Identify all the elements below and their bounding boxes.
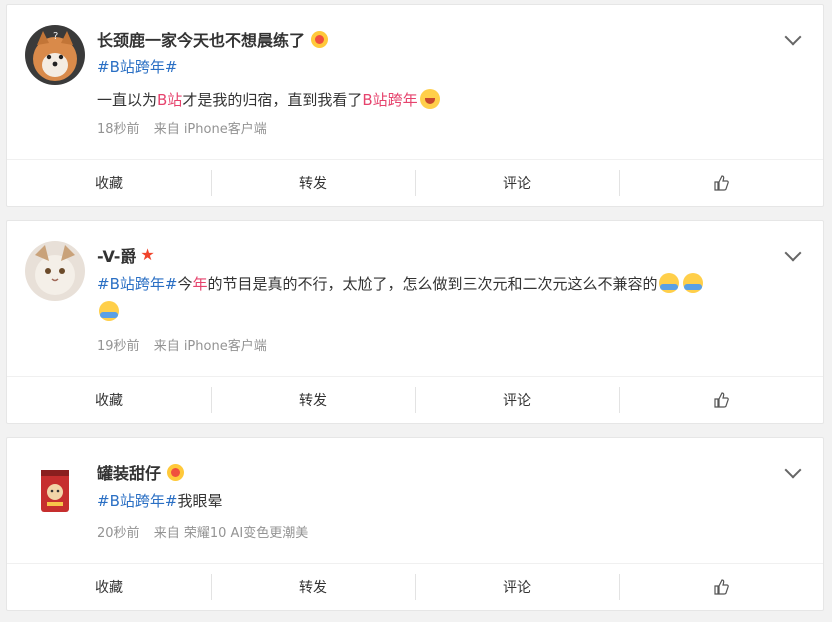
post-card: 罐装甜仔 #B站跨年#我眼晕 20秒前 来自 荣耀10 AI变色更潮美 收藏 转… [6, 437, 824, 611]
highlight-link[interactable]: B站 [157, 91, 182, 109]
chevron-down-icon[interactable] [784, 28, 802, 46]
hug-emoji-icon [659, 273, 680, 293]
post-time[interactable]: 19秒前 [97, 339, 140, 354]
topic-link[interactable]: #B站跨年# [97, 492, 177, 510]
member-crown-icon [167, 463, 185, 481]
post-text: #B站跨年#今年的节目是真的不行，太尬了，怎么做到三次元和二次元这么不兼容的 [97, 270, 763, 326]
post-source: 来自 荣耀10 AI变色更潮美 [153, 526, 309, 541]
hug-emoji-icon [683, 273, 704, 293]
post-card: -V-爵 ★ #B站跨年#今年的节目是真的不行，太尬了，怎么做到三次元和二次元这… [6, 220, 824, 424]
topic-link[interactable]: #B站跨年# [97, 58, 177, 76]
blush-emoji-icon [419, 89, 440, 109]
username[interactable]: 罐装甜仔 [97, 460, 161, 484]
like-button[interactable] [619, 377, 823, 423]
post-time[interactable]: 20秒前 [97, 526, 140, 541]
avatar[interactable] [25, 458, 85, 518]
chevron-down-icon[interactable] [784, 244, 802, 262]
post-meta: 20秒前 来自 荣耀10 AI变色更潮美 [97, 522, 308, 541]
like-button[interactable] [619, 564, 823, 610]
highlight-link[interactable]: 年 [192, 275, 207, 293]
star-badge-icon: ★ [140, 245, 155, 264]
action-bar: 收藏 转发 评论 [7, 563, 823, 610]
post-source: 来自 iPhone客户端 [153, 339, 267, 354]
post-text: 一直以为B站才是我的归宿，直到我看了B站跨年 [97, 86, 763, 114]
repost-button[interactable]: 转发 [211, 160, 415, 206]
comment-button[interactable]: 评论 [415, 564, 619, 610]
action-bar: 收藏 转发 评论 [7, 376, 823, 423]
topic-link[interactable]: #B站跨年# [97, 275, 177, 293]
avatar[interactable] [25, 241, 85, 301]
action-bar: 收藏 转发 评论 [7, 159, 823, 206]
highlight-link[interactable]: B站跨年 [362, 91, 417, 109]
post-card: ? 长颈鹿一家今天也不想晨练了 #B站跨年# 一直以为B站才是我的归宿，直到我看… [6, 4, 824, 207]
post-meta: 19秒前 来自 iPhone客户端 [97, 335, 267, 354]
repost-button[interactable]: 转发 [211, 564, 415, 610]
post-source: 来自 iPhone客户端 [153, 122, 267, 137]
post-topic-line: #B站跨年# [97, 53, 763, 81]
username[interactable]: 长颈鹿一家今天也不想晨练了 [97, 27, 305, 51]
post-meta: 18秒前 来自 iPhone客户端 [97, 118, 267, 137]
repost-button[interactable]: 转发 [211, 377, 415, 423]
comment-button[interactable]: 评论 [415, 377, 619, 423]
like-button[interactable] [619, 160, 823, 206]
favorite-button[interactable]: 收藏 [7, 377, 211, 423]
thumbs-up-icon [714, 579, 729, 595]
member-crown-icon [311, 30, 329, 48]
chevron-down-icon[interactable] [784, 461, 802, 479]
svg-text:?: ? [53, 31, 58, 42]
hug-emoji-icon [99, 301, 119, 321]
avatar[interactable]: ? [25, 25, 85, 85]
username[interactable]: -V-爵 [97, 243, 136, 267]
thumbs-up-icon [714, 392, 729, 408]
thumbs-up-icon [714, 175, 729, 191]
weibo-feed: ? 长颈鹿一家今天也不想晨练了 #B站跨年# 一直以为B站才是我的归宿，直到我看… [0, 0, 832, 622]
comment-button[interactable]: 评论 [415, 160, 619, 206]
post-time[interactable]: 18秒前 [97, 122, 140, 137]
favorite-button[interactable]: 收藏 [7, 160, 211, 206]
post-text: #B站跨年#我眼晕 [97, 492, 223, 510]
favorite-button[interactable]: 收藏 [7, 564, 211, 610]
